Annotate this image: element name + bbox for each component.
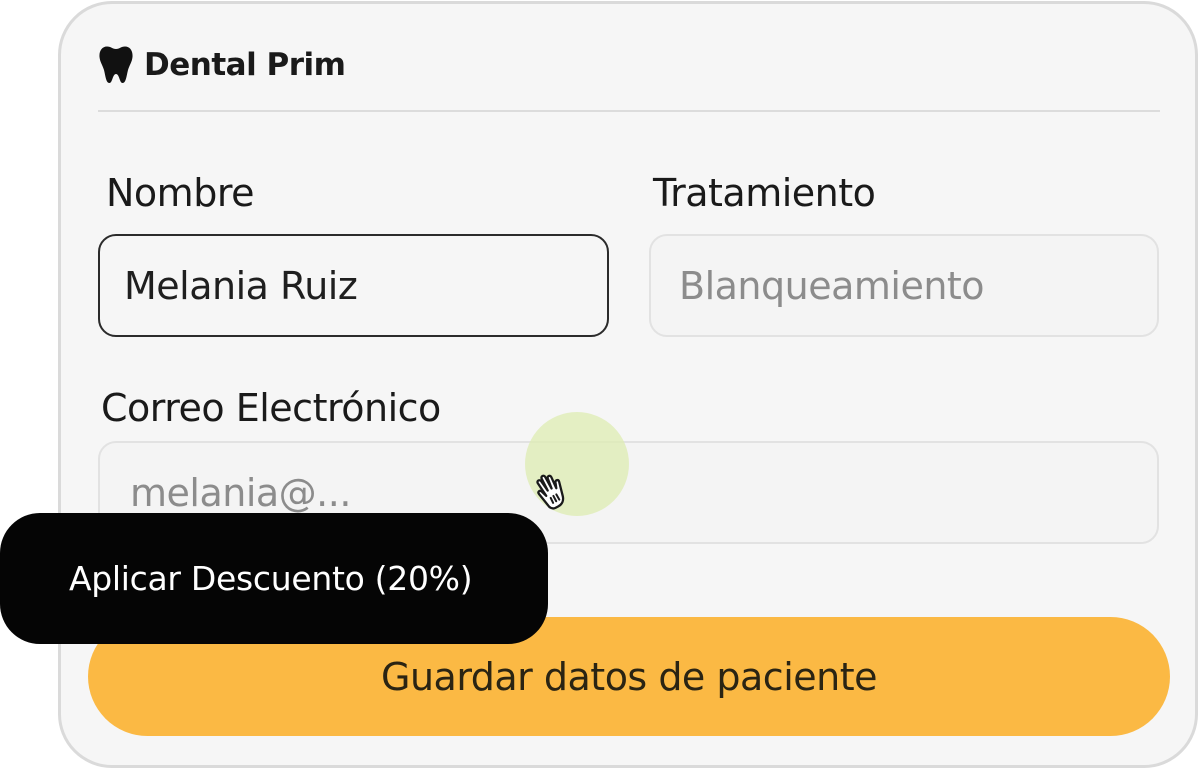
- brand-name: Dental Prim: [144, 47, 346, 83]
- stage: Dental Prim Nombre Melania Ruiz Tratamie…: [0, 0, 1200, 771]
- tooth-icon: [99, 46, 133, 83]
- hand-pointer-icon: [536, 474, 565, 510]
- treatment-label: Tratamiento: [653, 171, 876, 215]
- name-input[interactable]: Melania Ruiz: [98, 234, 609, 337]
- treatment-input[interactable]: Blanqueamiento: [649, 234, 1159, 337]
- name-label: Nombre: [106, 171, 254, 215]
- brand-header: Dental Prim: [98, 45, 346, 85]
- discount-tooltip[interactable]: Aplicar Descuento (20%): [0, 513, 548, 644]
- email-label: Correo Electrónico: [101, 386, 441, 430]
- header-divider: [98, 110, 1160, 112]
